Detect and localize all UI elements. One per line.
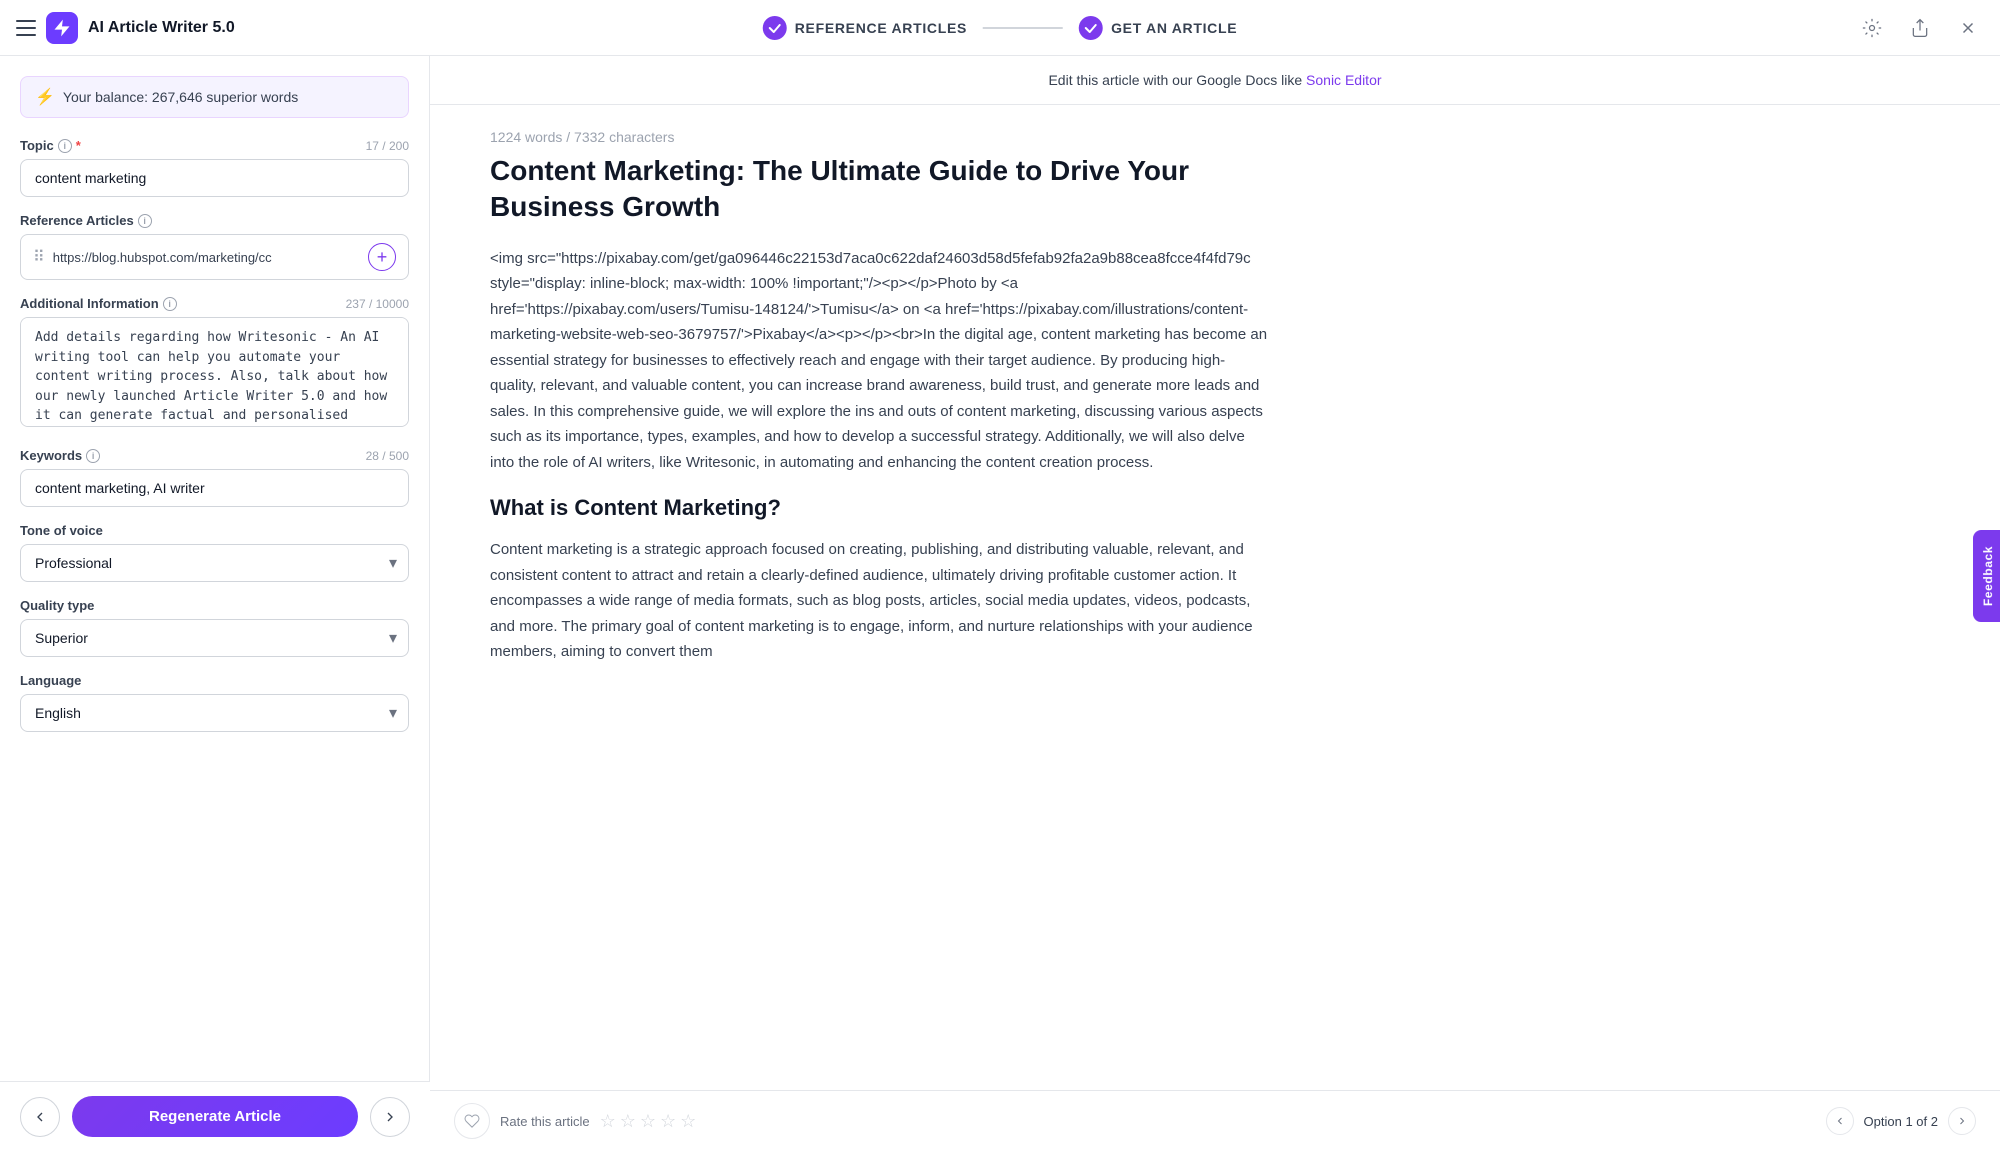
- star-5[interactable]: ☆: [680, 1111, 696, 1132]
- app-header: AI Article Writer 5.0 REFERENCE ARTICLES…: [0, 0, 2000, 56]
- article-meta: 1224 words / 7332 characters: [430, 105, 2000, 153]
- topic-required: *: [76, 138, 81, 153]
- reference-label: Reference Articles i: [20, 213, 152, 228]
- quality-select[interactable]: Superior: [20, 619, 409, 657]
- article-topbar: Edit this article with our Google Docs l…: [430, 56, 2000, 105]
- tone-label: Tone of voice: [20, 523, 103, 538]
- settings-button[interactable]: [1856, 12, 1888, 44]
- close-button[interactable]: [1952, 12, 1984, 44]
- option-label: Option 1 of 2: [1864, 1114, 1938, 1129]
- article-area: Edit this article with our Google Docs l…: [430, 56, 2000, 1151]
- article-body: Content Marketing: The Ultimate Guide to…: [430, 153, 1330, 745]
- step-connector: [983, 27, 1063, 29]
- topic-info-icon[interactable]: i: [58, 139, 72, 153]
- topic-label: Topic i *: [20, 138, 81, 153]
- quality-label: Quality type: [20, 598, 94, 613]
- app-title: AI Article Writer 5.0: [88, 19, 235, 37]
- article-para2: Content marketing is a strategic approac…: [490, 537, 1270, 665]
- balance-icon: ⚡: [35, 87, 55, 107]
- tone-field-group: Tone of voice Professional ▾: [20, 523, 409, 582]
- keywords-info-icon[interactable]: i: [86, 449, 100, 463]
- option-nav: Option 1 of 2: [1826, 1107, 1976, 1135]
- step1-icon: [763, 16, 787, 40]
- option-next-button[interactable]: [1948, 1107, 1976, 1135]
- language-select[interactable]: English: [20, 694, 409, 732]
- topic-field-group: Topic i * 17 / 200: [20, 138, 409, 197]
- step-reference-articles[interactable]: REFERENCE ARTICLES: [747, 16, 983, 40]
- rate-section: Rate this article ☆ ☆ ☆ ☆ ☆: [454, 1103, 696, 1139]
- additional-info-char-count: 237 / 10000: [346, 297, 409, 311]
- reference-row: ⠿ https://blog.hubspot.com/marketing/cc …: [20, 234, 409, 280]
- balance-text: Your balance: 267,646 superior words: [63, 89, 298, 105]
- app-logo: [46, 12, 78, 44]
- keywords-label-row: Keywords i 28 / 500: [20, 448, 409, 463]
- language-label-row: Language: [20, 673, 409, 688]
- keywords-input[interactable]: [20, 469, 409, 507]
- topic-label-row: Topic i * 17 / 200: [20, 138, 409, 153]
- tone-label-row: Tone of voice: [20, 523, 409, 538]
- additional-info-label-row: Additional Information i 237 / 10000: [20, 296, 409, 311]
- header-steps: REFERENCE ARTICLES GET AN ARTICLE: [747, 16, 1254, 40]
- additional-info-label: Additional Information i: [20, 296, 177, 311]
- article-h2: What is Content Marketing?: [490, 495, 1270, 521]
- add-reference-button[interactable]: +: [368, 243, 396, 271]
- step2-icon: [1079, 16, 1103, 40]
- tone-select-wrapper: Professional ▾: [20, 544, 409, 582]
- header-right: [1856, 12, 1984, 44]
- step2-label: GET AN ARTICLE: [1111, 20, 1237, 36]
- edit-text: Edit this article with our Google Docs l…: [1048, 72, 1302, 88]
- feedback-tab[interactable]: Feedback: [1973, 529, 2000, 621]
- keywords-char-count: 28 / 500: [366, 449, 409, 463]
- prev-button[interactable]: [20, 1097, 60, 1137]
- article-bottom-bar: Rate this article ☆ ☆ ☆ ☆ ☆ Option 1 of …: [430, 1090, 2000, 1151]
- sidebar-footer: Regenerate Article: [0, 1081, 430, 1151]
- main-layout: ⚡ Your balance: 267,646 superior words T…: [0, 56, 2000, 1151]
- option-prev-button[interactable]: [1826, 1107, 1854, 1135]
- additional-info-field-group: Additional Information i 237 / 10000 Add…: [20, 296, 409, 432]
- article-intro: <img src="https://pixabay.com/get/ga0964…: [490, 246, 1270, 476]
- drag-handle-icon[interactable]: ⠿: [33, 247, 45, 267]
- additional-info-icon[interactable]: i: [163, 297, 177, 311]
- language-field-group: Language English ▾: [20, 673, 409, 732]
- heart-button[interactable]: [454, 1103, 490, 1139]
- star-2[interactable]: ☆: [620, 1111, 636, 1132]
- share-button[interactable]: [1904, 12, 1936, 44]
- tone-select[interactable]: Professional: [20, 544, 409, 582]
- balance-bar: ⚡ Your balance: 267,646 superior words: [20, 76, 409, 118]
- step1-label: REFERENCE ARTICLES: [795, 20, 967, 36]
- keywords-label: Keywords i: [20, 448, 100, 463]
- step-get-article[interactable]: GET AN ARTICLE: [1063, 16, 1253, 40]
- additional-info-textarea[interactable]: Add details regarding how Writesonic - A…: [20, 317, 409, 427]
- quality-label-row: Quality type: [20, 598, 409, 613]
- quality-field-group: Quality type Superior ▾: [20, 598, 409, 657]
- reference-info-icon[interactable]: i: [138, 214, 152, 228]
- keywords-field-group: Keywords i 28 / 500: [20, 448, 409, 507]
- language-label: Language: [20, 673, 81, 688]
- star-4[interactable]: ☆: [660, 1111, 676, 1132]
- star-3[interactable]: ☆: [640, 1111, 656, 1132]
- sidebar: ⚡ Your balance: 267,646 superior words T…: [0, 56, 430, 1151]
- quality-select-wrapper: Superior ▾: [20, 619, 409, 657]
- reference-url: https://blog.hubspot.com/marketing/cc: [53, 250, 360, 265]
- article-title: Content Marketing: The Ultimate Guide to…: [490, 153, 1270, 226]
- menu-icon[interactable]: [16, 20, 36, 36]
- topic-input[interactable]: [20, 159, 409, 197]
- star-1[interactable]: ☆: [600, 1111, 616, 1132]
- language-select-wrapper: English ▾: [20, 694, 409, 732]
- rate-text: Rate this article: [500, 1114, 590, 1129]
- topic-char-count: 17 / 200: [366, 139, 409, 153]
- reference-articles-field-group: Reference Articles i ⠿ https://blog.hubs…: [20, 213, 409, 280]
- star-rating[interactable]: ☆ ☆ ☆ ☆ ☆: [600, 1111, 697, 1132]
- header-left: AI Article Writer 5.0: [16, 12, 446, 44]
- next-button[interactable]: [370, 1097, 410, 1137]
- reference-label-row: Reference Articles i: [20, 213, 409, 228]
- regenerate-button[interactable]: Regenerate Article: [72, 1096, 358, 1137]
- sonic-editor-link[interactable]: Sonic Editor: [1306, 72, 1381, 88]
